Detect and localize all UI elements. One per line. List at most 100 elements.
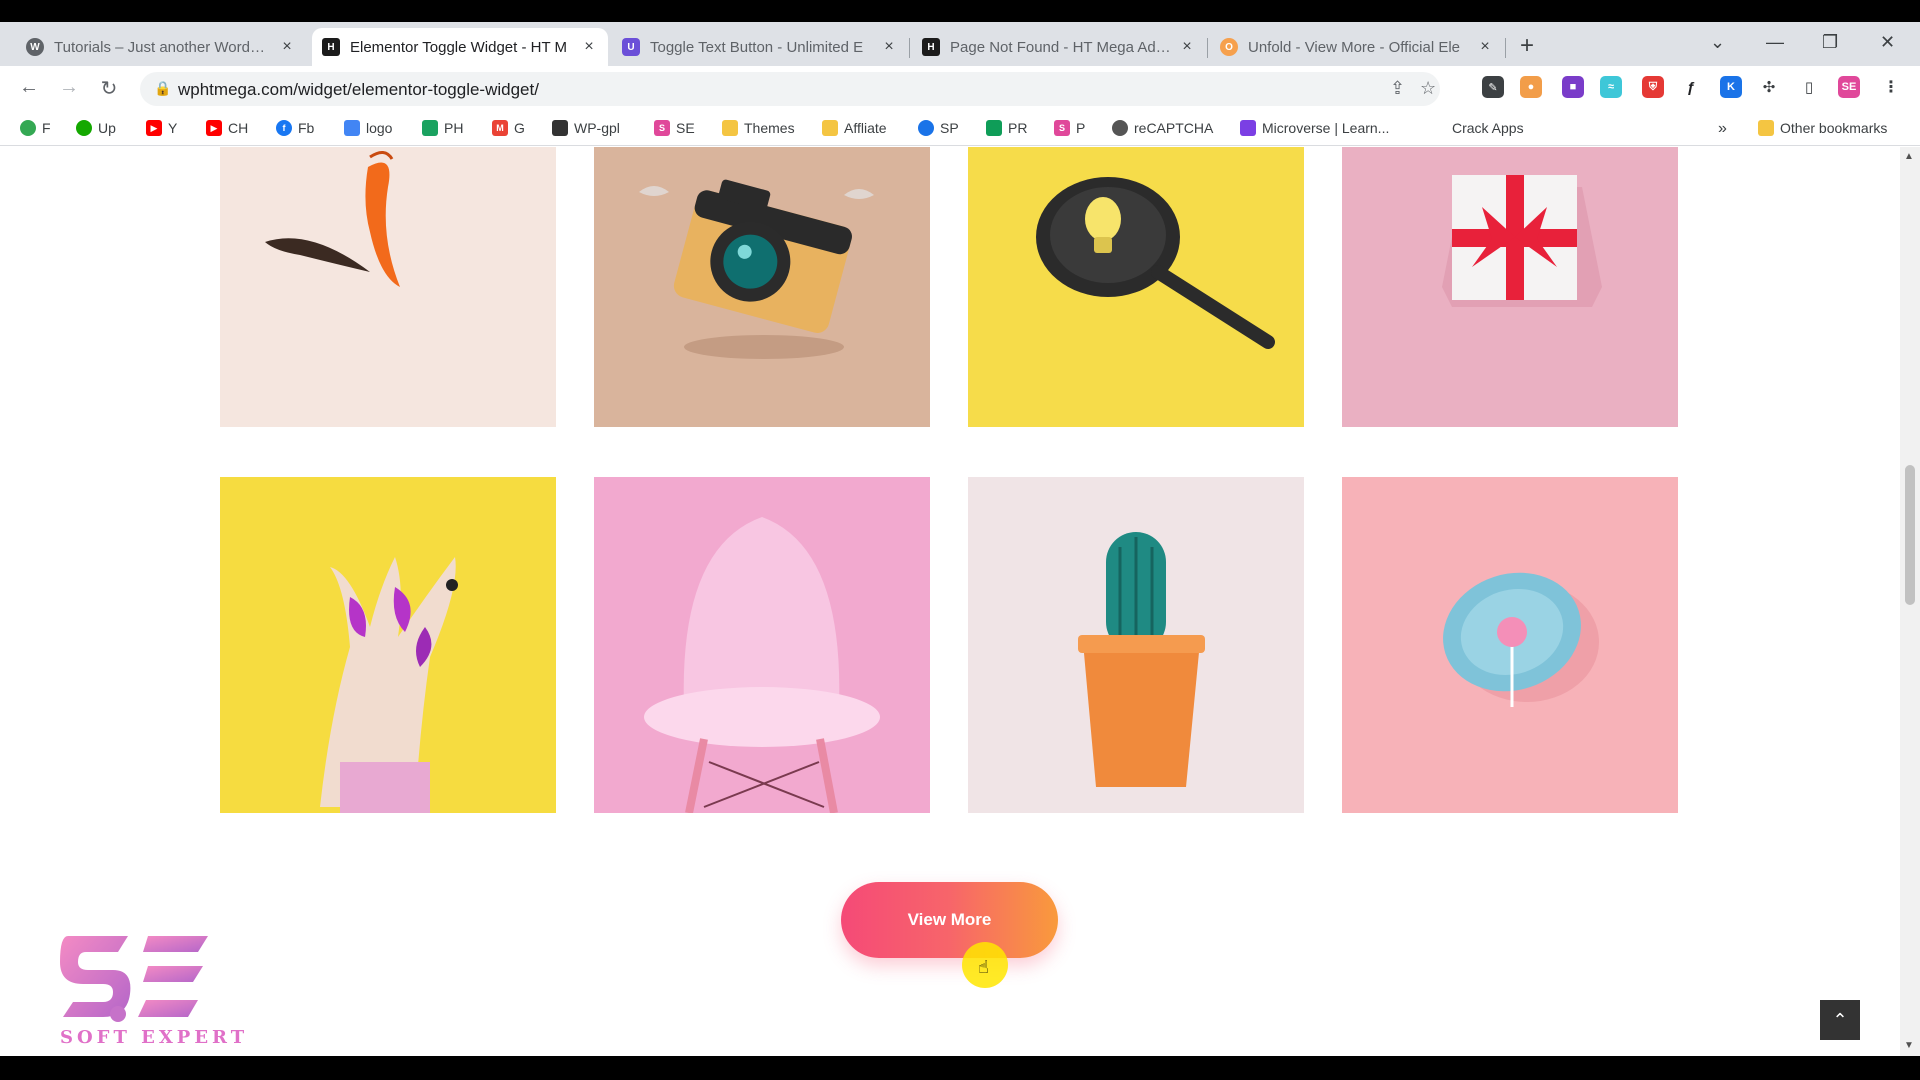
reload-icon[interactable]: ↻ (96, 76, 122, 101)
bookmark-sp[interactable]: SP (918, 120, 959, 136)
menu-kebab-icon[interactable]: ⋮ (1880, 76, 1902, 98)
tab-search-icon[interactable]: ⌄ (1710, 32, 1725, 53)
extension-shapes-icon[interactable]: ■ (1562, 76, 1584, 98)
extension-cloud-icon[interactable]: ≈ (1600, 76, 1622, 98)
extension-shield-icon[interactable]: ⛨ (1642, 76, 1664, 98)
close-icon[interactable]: × (1476, 38, 1494, 56)
close-icon[interactable]: × (1178, 38, 1196, 56)
bookmark-label: reCAPTCHA (1134, 120, 1214, 136)
bookmark-f[interactable]: F (20, 120, 51, 136)
se-icon: S (1054, 120, 1070, 136)
extensions-puzzle-icon[interactable]: ✣ (1758, 76, 1780, 98)
gallery-image-lollipop-plate[interactable] (1342, 477, 1678, 813)
bookmark-label: Y (168, 120, 178, 136)
tab-elementor-toggle-widget[interactable]: H Elementor Toggle Widget - HT M × (312, 28, 608, 66)
facebook-icon: f (276, 120, 292, 136)
close-icon[interactable]: × (580, 38, 598, 56)
bookmark-g[interactable]: MG (492, 120, 525, 136)
share-icon[interactable]: ⇪ (1390, 78, 1405, 99)
bookmark-recaptcha[interactable]: reCAPTCHA (1112, 120, 1213, 136)
unlimited-elements-icon: U (622, 38, 640, 56)
close-icon[interactable]: × (880, 38, 898, 56)
close-icon[interactable]: × (278, 38, 296, 56)
tab-title: Unfold - View More - Official Ele (1248, 38, 1461, 56)
bookmark-label: Affliate (844, 120, 887, 136)
extension-cookie-icon[interactable]: ● (1520, 76, 1542, 98)
gallery-image-shrimp-feather[interactable] (220, 147, 556, 427)
view-more-button[interactable]: View More (841, 882, 1058, 958)
tab-title: Toggle Text Button - Unlimited E (650, 38, 864, 56)
tab-unfold-view-more[interactable]: O Unfold - View More - Official Ele × (1210, 28, 1504, 66)
tab-toggle-text-button[interactable]: U Toggle Text Button - Unlimited E × (612, 28, 908, 66)
more-bookmarks-chevron-icon[interactable]: » (1718, 120, 1727, 138)
side-panel-icon[interactable]: ▯ (1798, 76, 1820, 98)
bookmark-star-icon[interactable]: ☆ (1420, 78, 1436, 99)
bookmark-up[interactable]: Up (76, 120, 116, 136)
bookmark-y[interactable]: ▶ Y (146, 120, 177, 136)
bookmark-logo[interactable]: logo (344, 120, 392, 136)
bookmark-label: Crack Apps (1452, 120, 1524, 136)
tab-separator (1505, 38, 1506, 58)
restore-icon[interactable]: ❐ (1822, 32, 1838, 53)
bookmark-label: G (514, 120, 525, 136)
page-scrollbar[interactable]: ▲ ▼ (1900, 147, 1920, 1056)
url-text[interactable]: wphtmega.com/widget/elementor-toggle-wid… (178, 80, 539, 100)
profile-avatar[interactable]: SE (1838, 76, 1860, 98)
folder-icon (722, 120, 738, 136)
gallery-image-camera[interactable] (594, 147, 930, 427)
bookmark-microverse[interactable]: Microverse | Learn... (1240, 120, 1389, 136)
bookmark-affliate[interactable]: Affliate (822, 120, 887, 136)
bookmark-p[interactable]: SP (1054, 120, 1085, 136)
bookmark-wp-gpl[interactable]: WP-gpl (552, 120, 620, 136)
chevron-up-icon: ⌃ (1832, 1009, 1848, 1030)
wp-gpl-icon (552, 120, 568, 136)
bookmark-fb[interactable]: f Fb (276, 120, 314, 136)
bookmark-label: Themes (744, 120, 795, 136)
browser-toolbar: ← → ↻ 🔒 wphtmega.com/widget/elementor-to… (0, 66, 1920, 112)
bookmark-label: F (42, 120, 51, 136)
scroll-down-arrow-icon[interactable]: ▼ (1904, 1040, 1914, 1051)
tab-title: Tutorials – Just another WordPre (54, 38, 272, 56)
gallery-image-painted-hands[interactable] (220, 477, 556, 813)
extension-pen-icon[interactable]: ✎ (1482, 76, 1504, 98)
tab-tutorials[interactable]: W Tutorials – Just another WordPre × (16, 28, 306, 66)
bookmark-ch[interactable]: ▶ CH (206, 120, 248, 136)
extension-function-icon[interactable]: ƒ (1680, 76, 1702, 98)
bookmark-label: SP (940, 120, 959, 136)
bookmark-pr[interactable]: PR (986, 120, 1027, 136)
tab-separator (1207, 38, 1208, 58)
gallery-image-frying-pan-bulb[interactable] (968, 147, 1304, 427)
tab-title: Page Not Found - HT Mega Addo (950, 38, 1172, 56)
htmega-icon: H (322, 38, 340, 56)
microverse-icon (1240, 120, 1256, 136)
logo-caption: SOFT EXPERT (60, 1027, 249, 1048)
youtube-icon: ▶ (146, 120, 162, 136)
gallery-image-cactus-pot[interactable] (968, 477, 1304, 813)
minimize-icon[interactable]: — (1766, 32, 1784, 53)
new-tab-button[interactable]: + (1520, 34, 1534, 58)
address-bar[interactable]: 🔒 wphtmega.com/widget/elementor-toggle-w… (140, 72, 1440, 106)
bookmark-other-bookmarks[interactable]: Other bookmarks (1758, 120, 1887, 136)
bookmark-se[interactable]: S SE (654, 120, 695, 136)
extension-k-icon[interactable]: K (1720, 76, 1742, 98)
browser-window: W Tutorials – Just another WordPre × H E… (0, 22, 1920, 1056)
sp-icon (918, 120, 934, 136)
bookmark-label: P (1076, 120, 1086, 136)
folder-icon (822, 120, 838, 136)
window-close-icon[interactable]: ✕ (1880, 32, 1895, 53)
bookmark-ph[interactable]: PH (422, 120, 463, 136)
forward-arrow-icon[interactable]: → (56, 76, 82, 99)
scroll-up-arrow-icon[interactable]: ▲ (1904, 151, 1914, 162)
tab-page-not-found[interactable]: H Page Not Found - HT Mega Addo × (912, 28, 1206, 66)
bookmark-themes[interactable]: Themes (722, 120, 795, 136)
htmega-icon: H (922, 38, 940, 56)
gallery-image-pink-chair[interactable] (594, 477, 930, 813)
back-to-top-button[interactable]: ⌃ (1820, 1000, 1860, 1040)
gallery-image-gift-box[interactable] (1342, 147, 1678, 427)
back-arrow-icon[interactable]: ← (16, 76, 42, 99)
bookmark-crack-apps[interactable]: Crack Apps (1452, 120, 1524, 136)
lock-icon: 🔒 (154, 80, 172, 96)
bookmark-label: Up (98, 120, 116, 136)
scrollbar-thumb[interactable] (1905, 465, 1915, 605)
tab-strip: W Tutorials – Just another WordPre × H E… (0, 22, 1920, 66)
